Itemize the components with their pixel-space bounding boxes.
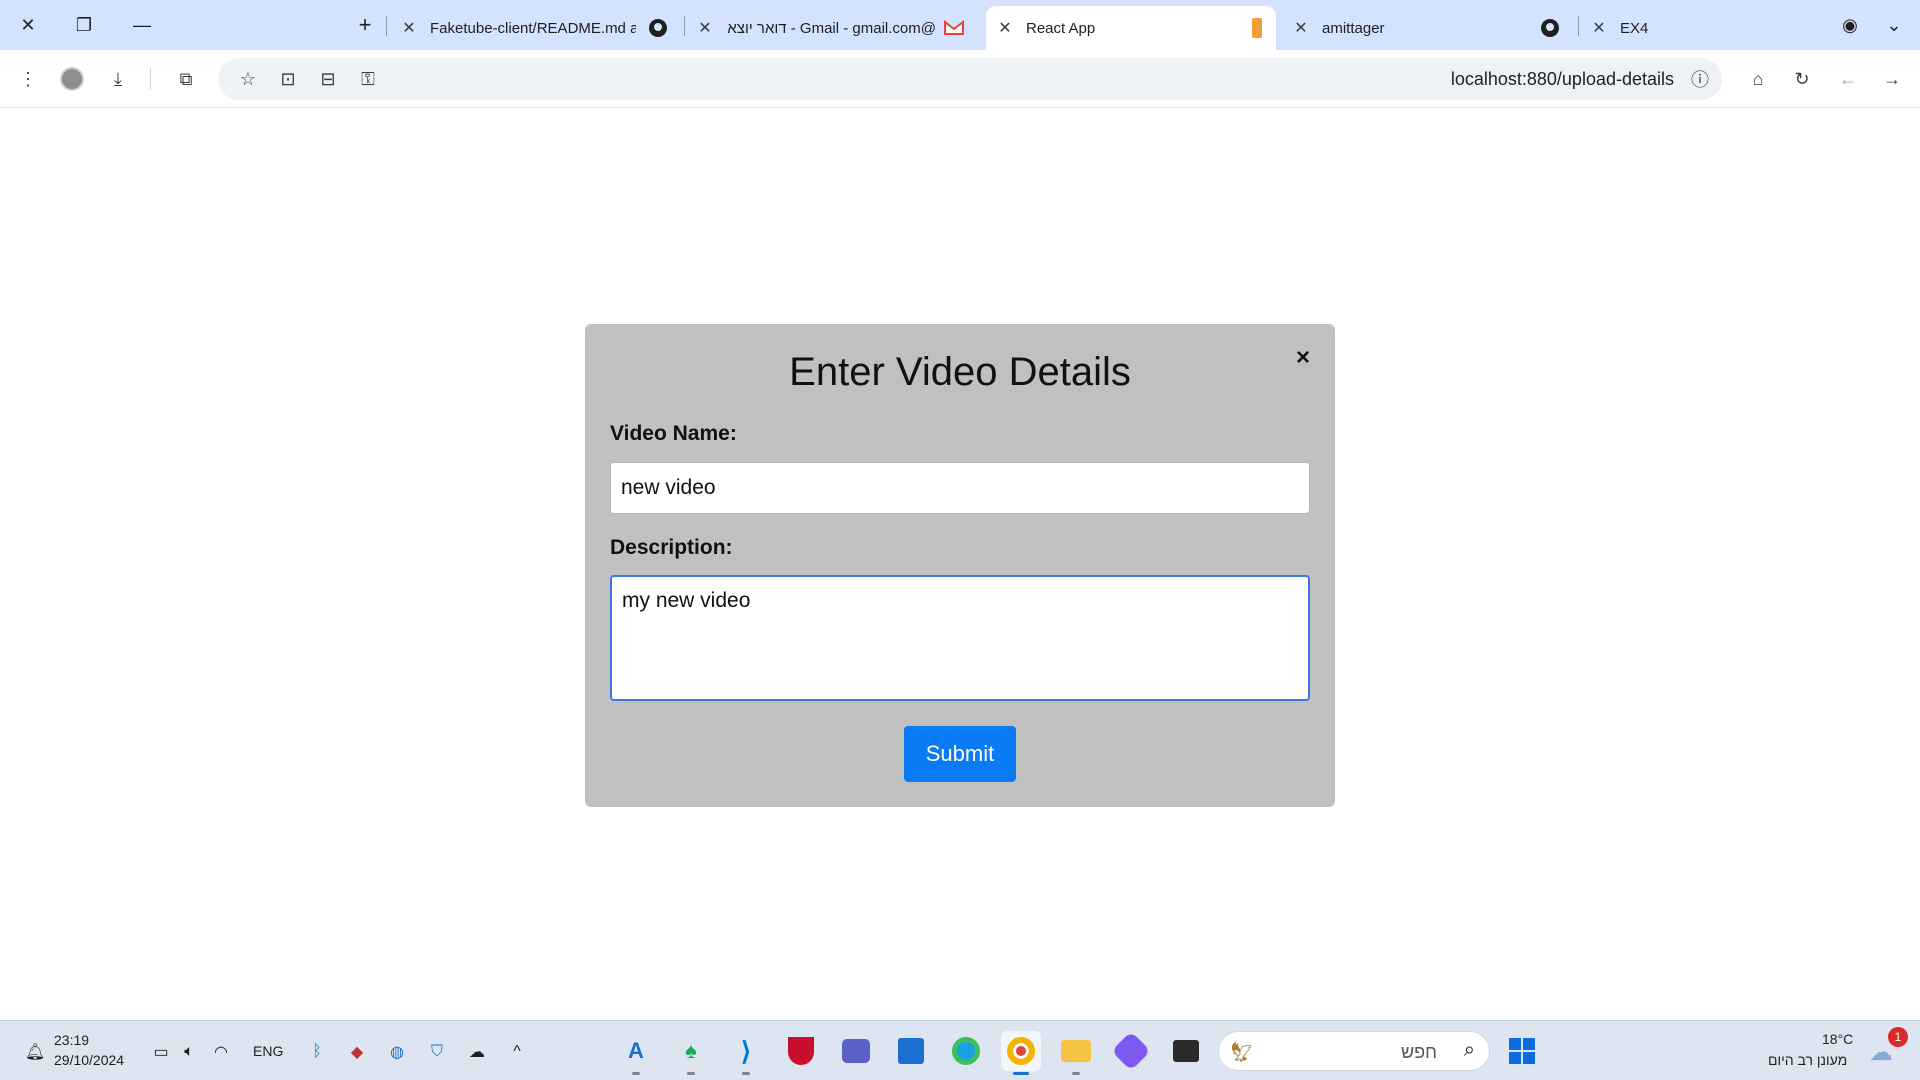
taskbar-app-vscode[interactable]: ⟩ — [726, 1031, 766, 1075]
network-globe-icon[interactable]: ◍ — [386, 1041, 408, 1063]
volume-icon[interactable]: 🔈︎ — [178, 1041, 200, 1063]
battery-icon[interactable]: ▭ — [150, 1041, 172, 1063]
close-window-icon[interactable]: ✕ — [10, 10, 46, 40]
notification-bell-icon[interactable]: 🔔︎ — [24, 1041, 46, 1063]
show-hidden-icons-chevron[interactable]: ^ — [506, 1041, 528, 1063]
tab-title: EX4 — [1620, 19, 1649, 37]
video-name-label: Video Name: — [610, 422, 737, 445]
new-tab-button[interactable]: + — [350, 10, 380, 40]
tab-separator — [1578, 16, 1579, 36]
download-icon[interactable]: ⤓ — [104, 65, 132, 93]
submit-button[interactable]: Submit — [904, 726, 1016, 782]
menu-kebab-icon[interactable]: ⋮ — [14, 65, 42, 93]
search-highlight-eagle-icon: 🦅︎ — [1229, 1042, 1255, 1064]
clock-time[interactable]: 23:19 — [54, 1032, 89, 1048]
tab-gmail[interactable]: ✕ דואר יוצא - Gmail - gmail.com@ — [694, 6, 974, 50]
taskbar-app-a[interactable]: A — [616, 1031, 656, 1075]
weather-temperature[interactable]: 18°C — [1822, 1031, 1853, 1047]
tab-separator — [684, 16, 685, 36]
wifi-icon[interactable]: ◠ — [210, 1041, 232, 1063]
description-label: Description: — [610, 536, 733, 559]
weather-description[interactable]: מעונן רב היום — [1768, 1052, 1847, 1068]
translate-icon[interactable]: ⊡ — [274, 65, 302, 93]
taskbar-app-terminal[interactable] — [1166, 1031, 1206, 1071]
modal-title: Enter Video Details — [789, 350, 1131, 394]
taskbar-app-chrome[interactable] — [1001, 1031, 1041, 1075]
tab-close-icon[interactable]: ✕ — [694, 18, 716, 38]
react-icon — [1252, 18, 1262, 38]
search-placeholder: חפש — [1401, 1042, 1437, 1062]
search-icon: ⌕ — [1463, 1039, 1475, 1061]
taskbar-search-box[interactable]: 🦅︎ חפש ⌕ — [1218, 1031, 1490, 1071]
profile-avatar[interactable] — [58, 65, 86, 93]
bluetooth-icon[interactable]: ᛒ — [306, 1041, 328, 1063]
minimize-window-icon[interactable]: — — [124, 10, 160, 40]
description-textarea[interactable]: my new video — [610, 575, 1310, 701]
taskbar-app-copilot[interactable] — [1111, 1031, 1151, 1071]
url-text[interactable]: localhost:880/upload-details — [1451, 69, 1674, 90]
tab-ex4[interactable]: ✕ EX4 — [1588, 6, 1788, 50]
video-details-modal: Enter Video Details × Video Name: Descri… — [585, 324, 1335, 807]
tab-react-app[interactable]: ✕ React App — [986, 6, 1276, 50]
tab-separator — [386, 16, 387, 36]
reload-icon[interactable]: ↻ — [1788, 65, 1816, 93]
globe-icon[interactable]: ◉ — [1832, 10, 1868, 40]
tab-github-readme[interactable]: ✕ Faketube-client/README.md at — [398, 6, 678, 50]
mcafee-tray-icon[interactable]: ◆ — [346, 1041, 368, 1063]
password-key-icon[interactable]: ⚿ — [354, 65, 382, 93]
toolbar-separator — [150, 68, 151, 90]
extensions-icon[interactable]: ⧉ — [172, 65, 200, 93]
tab-close-icon[interactable]: ✕ — [994, 18, 1016, 38]
gmail-icon — [944, 19, 964, 35]
github-icon — [649, 19, 667, 37]
tab-title: amittager — [1322, 19, 1385, 37]
taskbar-app-file-explorer[interactable] — [1056, 1031, 1096, 1075]
site-info-icon[interactable]: ⓘ — [1686, 65, 1714, 93]
taskbar-app-mcafee[interactable] — [781, 1031, 821, 1071]
windows-logo-icon — [1509, 1038, 1535, 1064]
tab-search-chevron-icon[interactable]: ⌄ — [1876, 10, 1912, 40]
tab-close-icon[interactable]: ✕ — [1290, 18, 1312, 38]
bookmark-star-icon[interactable]: ☆ — [234, 65, 262, 93]
security-shield-icon[interactable]: ⛉ — [426, 1041, 448, 1063]
taskbar-app-edge[interactable] — [946, 1031, 986, 1071]
tab-title: דואר יוצא - Gmail - gmail.com@ — [727, 19, 936, 37]
taskbar-app-store[interactable] — [891, 1031, 931, 1071]
tab-title: Faketube-client/README.md at — [430, 19, 636, 37]
home-icon[interactable]: ⌂ — [1744, 65, 1772, 93]
tab-title: React App — [1026, 19, 1096, 37]
back-arrow-icon[interactable]: ← — [1834, 65, 1862, 93]
github-icon — [1541, 19, 1559, 37]
browser-toolbar: ⋮ ⤓ ⧉ ☆ ⊡ ⊟ ⚿ localhost:880/upload-detai… — [0, 50, 1920, 108]
tab-amittager[interactable]: ✕ amittager — [1290, 6, 1570, 50]
tab-strip: ✕ ❐ — + ✕ Faketube-client/README.md at ✕… — [0, 0, 1920, 50]
close-icon[interactable]: × — [1289, 344, 1317, 372]
onedrive-cloud-icon[interactable]: ☁ — [466, 1041, 488, 1063]
taskbar-app-mongodb[interactable]: ♠ — [671, 1031, 711, 1075]
restore-window-icon[interactable]: ❐ — [66, 10, 102, 40]
clock-date[interactable]: 29/10/2024 — [54, 1052, 124, 1068]
start-button[interactable] — [1502, 1031, 1542, 1071]
forward-arrow-icon[interactable]: → — [1878, 65, 1906, 93]
video-name-input[interactable] — [610, 462, 1310, 514]
tab-close-icon[interactable]: ✕ — [1588, 18, 1610, 38]
install-app-icon[interactable]: ⊟ — [314, 65, 342, 93]
language-indicator[interactable]: ENG — [253, 1043, 283, 1059]
notification-badge: 1 — [1888, 1027, 1908, 1047]
tab-close-icon[interactable]: ✕ — [398, 18, 420, 38]
address-bar[interactable]: ☆ ⊡ ⊟ ⚿ localhost:880/upload-details ⓘ — [218, 58, 1722, 100]
taskbar-app-teams[interactable] — [836, 1031, 876, 1071]
taskbar: 🔔︎ 23:19 29/10/2024 ▭ 🔈︎ ◠ ENG ᛒ ◆ ◍ ⛉ ☁… — [0, 1020, 1920, 1080]
